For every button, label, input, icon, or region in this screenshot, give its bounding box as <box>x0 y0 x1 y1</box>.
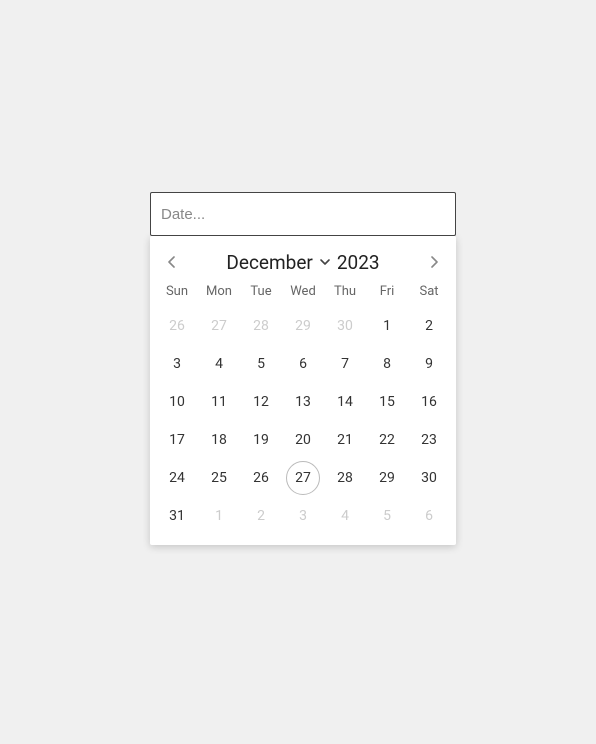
day-cell[interactable]: 31 <box>156 497 198 535</box>
current-month: December <box>226 251 312 274</box>
day-cell[interactable]: 2 <box>408 307 450 345</box>
weekday-label: Thu <box>324 278 366 307</box>
weekday-label: Wed <box>282 278 324 307</box>
day-cell[interactable]: 18 <box>198 421 240 459</box>
day-grid: 2627282930123456789101112131415161718192… <box>150 307 456 535</box>
day-cell-outside[interactable]: 1 <box>198 497 240 535</box>
day-cell[interactable]: 25 <box>198 459 240 497</box>
day-cell-today[interactable]: 27 <box>282 459 324 497</box>
day-cell[interactable]: 15 <box>366 383 408 421</box>
next-month-button[interactable] <box>420 248 448 276</box>
day-cell-outside[interactable]: 29 <box>282 307 324 345</box>
day-cell[interactable]: 12 <box>240 383 282 421</box>
day-cell-outside[interactable]: 4 <box>324 497 366 535</box>
day-cell[interactable]: 16 <box>408 383 450 421</box>
chevron-left-icon <box>167 253 177 272</box>
day-cell[interactable]: 5 <box>240 345 282 383</box>
chevron-down-icon <box>319 257 331 267</box>
day-cell-outside[interactable]: 5 <box>366 497 408 535</box>
prev-month-button[interactable] <box>158 248 186 276</box>
day-cell[interactable]: 23 <box>408 421 450 459</box>
weekday-label: Mon <box>198 278 240 307</box>
calendar-header: December 2023 <box>150 242 456 278</box>
day-cell[interactable]: 8 <box>366 345 408 383</box>
calendar-popup: December 2023 Sun Mon Tue Wed Thu Fri Sa… <box>150 236 456 545</box>
day-cell[interactable]: 7 <box>324 345 366 383</box>
month-year-selector[interactable]: December 2023 <box>226 251 379 274</box>
day-cell[interactable]: 9 <box>408 345 450 383</box>
day-cell[interactable]: 20 <box>282 421 324 459</box>
weekday-label: Sun <box>156 278 198 307</box>
day-cell-outside[interactable]: 2 <box>240 497 282 535</box>
day-cell[interactable]: 24 <box>156 459 198 497</box>
date-input[interactable] <box>150 192 456 236</box>
day-cell[interactable]: 10 <box>156 383 198 421</box>
day-cell-outside[interactable]: 30 <box>324 307 366 345</box>
weekday-label: Tue <box>240 278 282 307</box>
current-year: 2023 <box>337 251 380 274</box>
day-cell[interactable]: 30 <box>408 459 450 497</box>
weekday-label: Fri <box>366 278 408 307</box>
day-cell[interactable]: 19 <box>240 421 282 459</box>
day-cell[interactable]: 1 <box>366 307 408 345</box>
day-cell-outside[interactable]: 28 <box>240 307 282 345</box>
day-cell[interactable]: 28 <box>324 459 366 497</box>
weekday-label: Sat <box>408 278 450 307</box>
day-cell[interactable]: 13 <box>282 383 324 421</box>
day-cell[interactable]: 21 <box>324 421 366 459</box>
chevron-right-icon <box>429 253 439 272</box>
day-cell-outside[interactable]: 27 <box>198 307 240 345</box>
day-cell-outside[interactable]: 26 <box>156 307 198 345</box>
day-cell[interactable]: 4 <box>198 345 240 383</box>
day-cell[interactable]: 17 <box>156 421 198 459</box>
day-cell[interactable]: 11 <box>198 383 240 421</box>
day-cell-outside[interactable]: 3 <box>282 497 324 535</box>
day-cell[interactable]: 14 <box>324 383 366 421</box>
day-cell[interactable]: 6 <box>282 345 324 383</box>
day-cell[interactable]: 29 <box>366 459 408 497</box>
day-cell-outside[interactable]: 6 <box>408 497 450 535</box>
day-cell[interactable]: 22 <box>366 421 408 459</box>
day-cell[interactable]: 3 <box>156 345 198 383</box>
day-cell[interactable]: 26 <box>240 459 282 497</box>
weekday-header: Sun Mon Tue Wed Thu Fri Sat <box>150 278 456 307</box>
